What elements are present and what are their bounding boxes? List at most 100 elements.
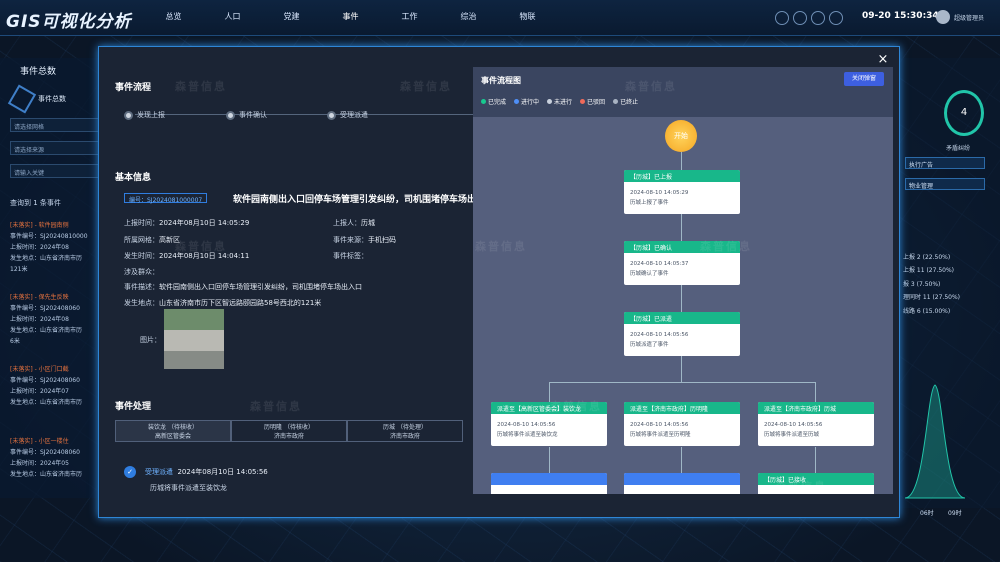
legend-item: 未进行 bbox=[547, 97, 572, 106]
step-dispatch: 受理派遣 bbox=[327, 110, 368, 120]
log-entry: 受理派遣 2024年08月10日 14:05:56 bbox=[145, 468, 268, 476]
dot-icon bbox=[580, 99, 586, 104]
dot-icon bbox=[613, 99, 619, 104]
nav-item-governance[interactable]: 综治 bbox=[439, 11, 498, 22]
list-item[interactable]: [未落实] - 软件园南侧 事件编号：SJ20240810000 上报时间：20… bbox=[10, 220, 100, 275]
stat-line: 线路 6 (15.00%) bbox=[903, 308, 951, 315]
connector bbox=[815, 447, 816, 473]
place: 发生地点：山东省济南市历下区智远路颐园路58号西北的121米 bbox=[124, 299, 322, 307]
nav-item-events[interactable]: 事件 bbox=[321, 11, 380, 22]
flow-node[interactable] bbox=[491, 473, 607, 494]
watermark: 森普信息 bbox=[550, 400, 602, 413]
photo-label: 图片： bbox=[140, 336, 161, 344]
message-icon[interactable] bbox=[811, 11, 825, 25]
app-logo: GIS可视化分析 bbox=[6, 12, 132, 32]
legend: 已完成 进行中 未进行 已驳回 已终止 bbox=[481, 97, 638, 106]
list-item[interactable]: [未落实] - 小区门口截 事件编号：SJ202408060 上报时间：2024… bbox=[10, 364, 100, 408]
flow-node[interactable] bbox=[624, 473, 740, 494]
dot-icon bbox=[547, 99, 553, 104]
watermark: 森普信息 bbox=[475, 240, 527, 253]
grid: 所属网格：高新区 bbox=[124, 236, 180, 244]
main-nav: 总览 人口 党建 事件 工作 综治 物联 bbox=[144, 11, 557, 22]
stat-box[interactable]: 物业管理 bbox=[905, 178, 985, 190]
grid-select[interactable]: 请选择网格 bbox=[10, 118, 102, 132]
watermark: 森普信息 bbox=[175, 80, 227, 93]
avatar[interactable] bbox=[936, 10, 950, 24]
handle-title: 事件处理 bbox=[115, 402, 152, 412]
flowchart-header: 事件流程图 关闭弹窗 已完成 进行中 未进行 已驳回 已终止 bbox=[473, 67, 893, 117]
screen-icon[interactable] bbox=[775, 11, 789, 25]
flowchart-panel: 事件流程图 关闭弹窗 已完成 进行中 未进行 已驳回 已终止 开始 【历城】已上… bbox=[473, 67, 893, 494]
stat-line: 报 3 (7.50%) bbox=[903, 281, 941, 288]
flow-node[interactable]: 派遣至【济南市政府】历明隆 2024-08-10 14:05:56 历城将事件派遣… bbox=[624, 402, 740, 446]
list-item[interactable]: [未落实] - 小区一楼住 事件编号：SJ202408060 上报时间：2024… bbox=[10, 436, 100, 480]
handler-tabs: 装饮龙 （待核收） 高新区管委会 历明隆 （待核收） 济南市政府 历城 （待处理）济… bbox=[115, 420, 463, 442]
gauge: 4 bbox=[944, 90, 984, 136]
reporter: 上报人：历城 bbox=[333, 219, 375, 227]
watermark: 森普信息 bbox=[400, 80, 452, 93]
source-select[interactable]: 请选择来源 bbox=[10, 141, 102, 155]
connector bbox=[549, 382, 816, 383]
weather-icon bbox=[829, 11, 843, 25]
legend-item: 已终止 bbox=[613, 97, 638, 106]
stat-line: 上报 11 (27.50%) bbox=[903, 267, 955, 274]
nav-item-work[interactable]: 工作 bbox=[380, 11, 439, 22]
result-count: 查询到 1 条事件 bbox=[10, 199, 61, 207]
people: 涉及群众： bbox=[124, 268, 159, 276]
dot-icon bbox=[481, 99, 486, 104]
keyword-input[interactable]: 请输入关键 bbox=[10, 164, 102, 178]
clock: 09-20 15:30:34 bbox=[862, 11, 939, 21]
stat-line: 上报 2 (22.50%) bbox=[903, 254, 951, 261]
report-time: 上报时间：2024年08月10日 14:05:29 bbox=[124, 219, 250, 227]
start-node[interactable]: 开始 bbox=[665, 120, 697, 152]
user-name[interactable]: 超级管理员 bbox=[954, 13, 984, 22]
tab-handler-3[interactable]: 历城 （待处理） 济南市政府 bbox=[347, 420, 463, 442]
watermark: 森普信息 bbox=[700, 240, 752, 253]
event-photo[interactable] bbox=[164, 309, 224, 369]
event-title: 软件园南侧出入口回停车场管理引发纠纷，司机围堵停车场出入 bbox=[233, 195, 473, 205]
watermark: 森普信息 bbox=[250, 400, 302, 413]
nav-item-overview[interactable]: 总览 bbox=[144, 11, 203, 22]
toolbar-icons bbox=[775, 11, 843, 25]
legend-item: 已完成 bbox=[481, 97, 506, 106]
settings-icon[interactable] bbox=[793, 11, 807, 25]
left-panel-title: 事件总数 bbox=[20, 67, 57, 77]
watermark: 森普信息 bbox=[175, 240, 227, 253]
tab-handler-2[interactable]: 历明隆 （待核收） 济南市政府 bbox=[231, 420, 347, 442]
source: 事件来源：手机扫码 bbox=[333, 236, 396, 244]
step-report: 发现上报 bbox=[124, 110, 165, 120]
x-tick-label: 06时 bbox=[920, 510, 934, 517]
flow-node[interactable]: 派遣至【济南市政府】历城 2024-08-10 14:05:56 历城将事件派遣至… bbox=[758, 402, 874, 446]
step-dot-icon bbox=[124, 110, 133, 120]
nav-item-party[interactable]: 党建 bbox=[262, 11, 321, 22]
total-label: 事件总数 bbox=[38, 95, 66, 103]
list-item[interactable]: [未落实] - 保先生反映 事件编号：SJ202408060 上报时间：2024… bbox=[10, 292, 100, 347]
tab-handler-1[interactable]: 装饮龙 （待核收） 高新区管委会 bbox=[115, 420, 231, 442]
event-code-badge: 编号：SJ2024081000007 bbox=[124, 193, 208, 204]
step-confirm: 事件确认 bbox=[226, 110, 267, 120]
connector bbox=[681, 447, 682, 473]
nav-item-iot[interactable]: 物联 bbox=[498, 11, 557, 22]
tag: 事件标签： bbox=[333, 252, 368, 260]
watermark: 森普信息 bbox=[625, 80, 677, 93]
check-icon: ✓ bbox=[124, 466, 136, 478]
flow-node[interactable]: 【历城】已派遣 2024-08-10 14:05:56 历城派遣了事件 bbox=[624, 312, 740, 356]
stat-box[interactable]: 执行广告 bbox=[905, 157, 985, 169]
x-tick-label: 09时 bbox=[948, 510, 962, 517]
legend-item: 已驳回 bbox=[580, 97, 605, 106]
dot-icon bbox=[514, 99, 520, 104]
close-flowchart-button[interactable]: 关闭弹窗 bbox=[844, 72, 884, 86]
connector bbox=[549, 447, 550, 473]
trend-chart bbox=[905, 384, 966, 499]
connector bbox=[815, 382, 816, 402]
legend-item: 进行中 bbox=[514, 97, 539, 106]
close-icon[interactable]: × bbox=[877, 53, 889, 66]
flow-node[interactable]: 【历城】已上报 2024-08-10 14:05:29 历城上报了事件 bbox=[624, 170, 740, 214]
log-text: 历城将事件派遣至装饮龙 bbox=[150, 484, 227, 492]
stat-line: 理同时 11 (27.50%) bbox=[903, 294, 961, 301]
watermark: 森普信息 bbox=[775, 480, 827, 493]
nav-item-population[interactable]: 人口 bbox=[203, 11, 262, 22]
description: 事件描述：软件园南侧出入口回停车场管理引发纠纷，司机围堵停车场出入口 bbox=[124, 283, 362, 291]
top-bar: GIS可视化分析 总览 人口 党建 事件 工作 综治 物联 09-20 15:3… bbox=[0, 0, 1000, 36]
process-title: 事件流程 bbox=[115, 83, 152, 93]
